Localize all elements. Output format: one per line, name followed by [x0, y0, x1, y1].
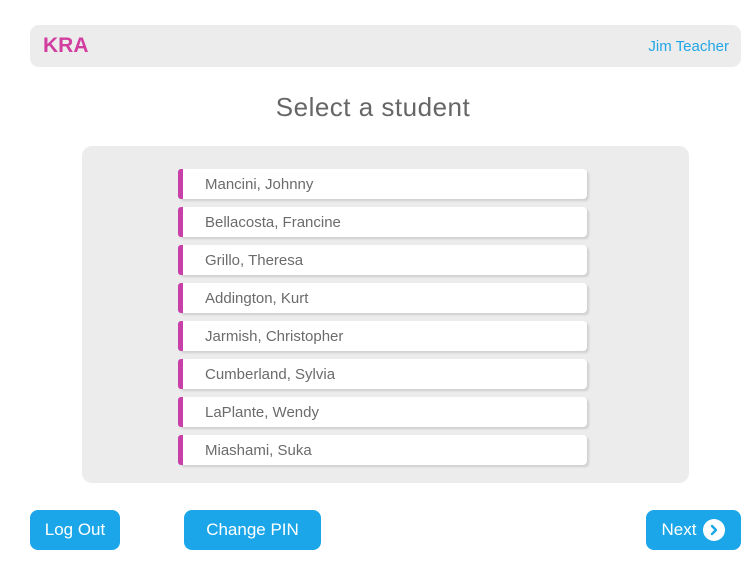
student-marker	[178, 283, 183, 313]
student-marker	[178, 321, 183, 351]
next-button[interactable]: Next	[646, 510, 741, 550]
student-name: Addington, Kurt	[205, 289, 309, 307]
app-root: KRA Jim Teacher Select a student Mancini…	[0, 0, 746, 565]
student-marker	[178, 207, 183, 237]
top-bar: KRA Jim Teacher	[30, 25, 741, 67]
log-out-label: Log Out	[44, 520, 106, 539]
student-list-item[interactable]: Cumberland, Sylvia	[178, 359, 587, 389]
student-marker	[178, 359, 183, 389]
student-marker	[178, 245, 183, 275]
student-name: LaPlante, Wendy	[205, 403, 319, 421]
next-label: Next	[661, 520, 697, 539]
student-list[interactable]: Mancini, Johnny Bellacosta, Francine Gri…	[178, 169, 592, 469]
student-marker	[178, 435, 183, 465]
student-name: Miashami, Suka	[205, 441, 312, 459]
page-title: Select a student	[275, 92, 471, 122]
student-name: Bellacosta, Francine	[205, 213, 341, 231]
student-marker	[178, 397, 183, 427]
user-name-link[interactable]: Jim Teacher	[648, 38, 729, 55]
app-logo: KRA	[43, 34, 89, 57]
student-name: Cumberland, Sylvia	[205, 365, 336, 383]
student-list-panel: Mancini, Johnny Bellacosta, Francine Gri…	[82, 146, 689, 483]
change-pin-label: Change PIN	[206, 520, 299, 539]
student-name: Grillo, Theresa	[205, 251, 304, 269]
student-list-item[interactable]: Mancini, Johnny	[178, 169, 587, 199]
student-list-item[interactable]: LaPlante, Wendy	[178, 397, 587, 427]
student-name: Mancini, Johnny	[205, 175, 314, 193]
student-list-item[interactable]: Grillo, Theresa	[178, 245, 587, 275]
student-list-item[interactable]: Bellacosta, Francine	[178, 207, 587, 237]
student-list-item[interactable]: Jarmish, Christopher	[178, 321, 587, 351]
student-list-item[interactable]: Addington, Kurt	[178, 283, 587, 313]
student-list-item[interactable]: Miashami, Suka	[178, 435, 587, 465]
student-marker	[178, 169, 183, 199]
change-pin-button[interactable]: Change PIN	[184, 510, 321, 550]
chevron-right-circle-icon	[703, 519, 726, 541]
log-out-button[interactable]: Log Out	[30, 510, 120, 550]
student-name: Jarmish, Christopher	[205, 327, 344, 345]
